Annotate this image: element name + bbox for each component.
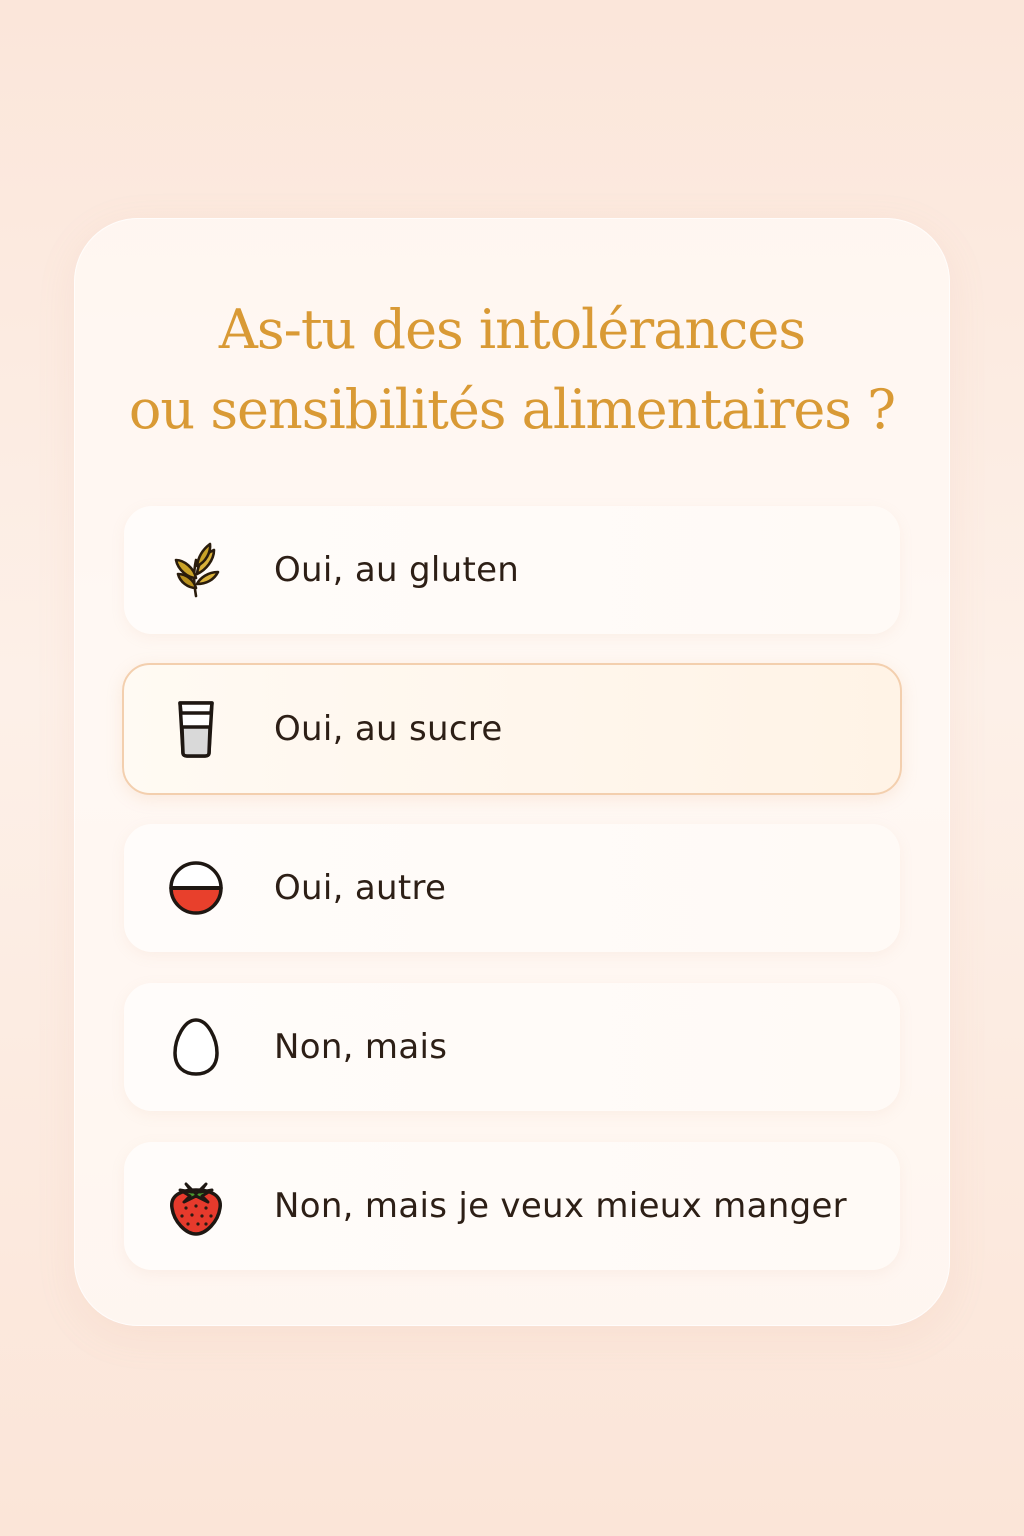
question-title-line-1: As-tu des intolérances [218,298,806,361]
option-mieux-manger[interactable]: Non, mais je veux mieux manger [124,1142,900,1270]
bowl-icon [166,856,226,920]
option-label: Oui, autre [274,868,447,908]
egg-icon [166,1015,226,1079]
option-label: Non, mais je veux mieux manger [274,1186,847,1226]
strawberry-icon [166,1174,226,1238]
wheat-icon [166,538,226,602]
option-autre[interactable]: Oui, autre [124,824,900,952]
question-title: As-tu des intolérances ou sensibilités a… [0,290,1024,450]
glass-icon [166,697,226,761]
option-label: Oui, au gluten [274,550,520,590]
option-sucre[interactable]: Oui, au sucre [122,663,902,795]
option-gluten[interactable]: Oui, au gluten [124,506,900,634]
option-label: Non, mais [274,1027,448,1067]
option-non-mais[interactable]: Non, mais [124,983,900,1111]
option-label: Oui, au sucre [274,709,503,749]
question-title-line-2: ou sensibilités alimentaires ? [128,378,896,441]
